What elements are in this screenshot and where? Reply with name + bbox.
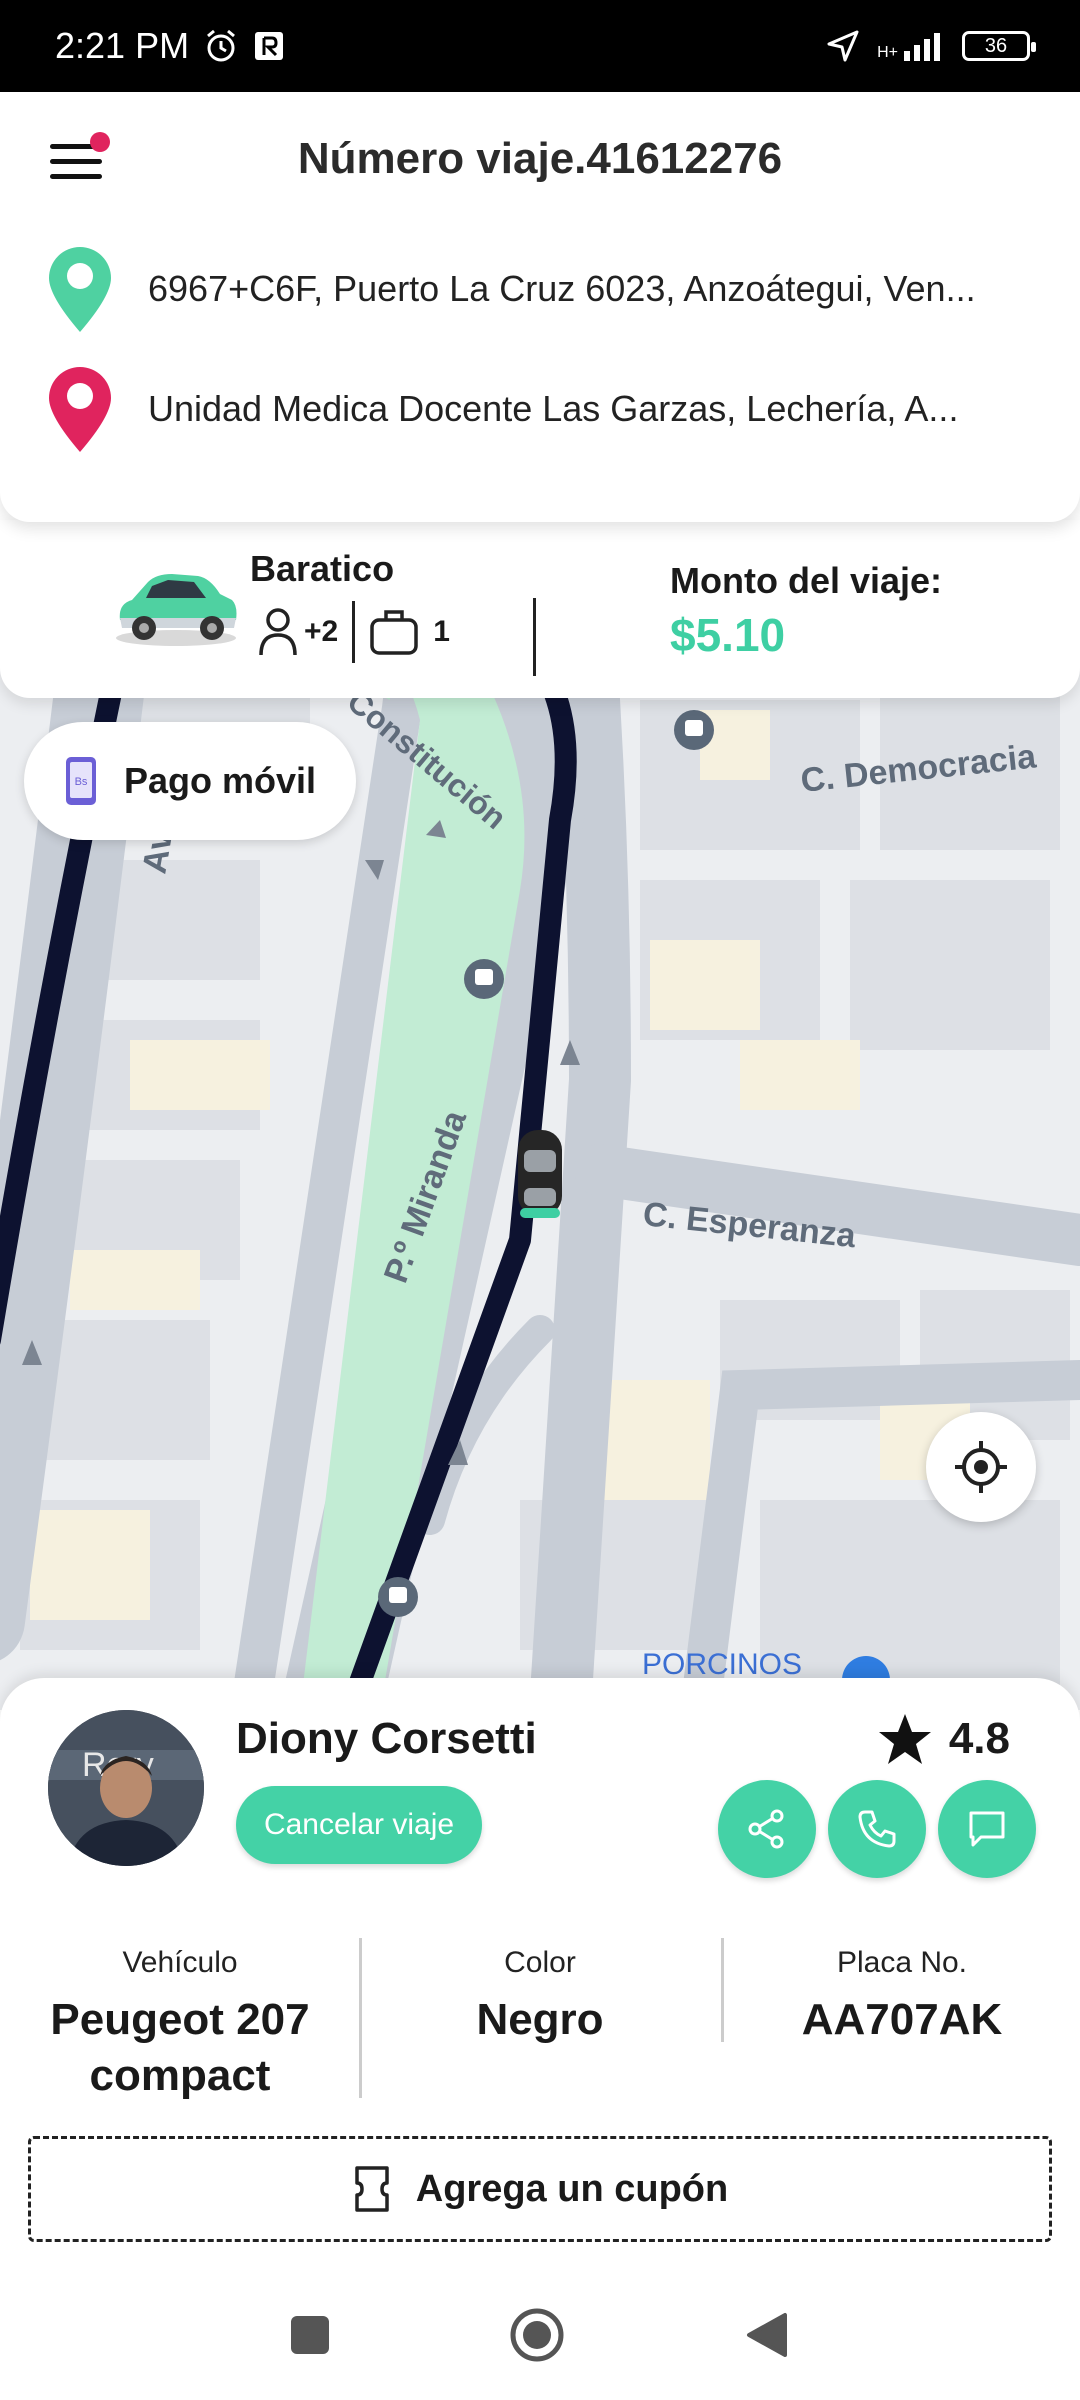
- coupon-label: Agrega un cupón: [415, 2167, 729, 2210]
- map-view[interactable]: Constitución C. Democracia P.º Miranda C…: [0, 520, 1080, 1710]
- fare-card: Baratico +2 1 Monto del viaje: $5.10: [0, 520, 1080, 698]
- origin-row[interactable]: 6967+C6F, Puerto La Cruz 6023, Anzoátegu…: [40, 244, 1040, 334]
- luggage-icon: [370, 610, 418, 655]
- person-icon: [259, 608, 297, 656]
- mobile-payment-icon-text: Bs: [75, 776, 88, 788]
- chat-button[interactable]: [938, 1780, 1036, 1878]
- battery-level: 36: [984, 34, 1008, 57]
- destination-row[interactable]: Unidad Medica Docente Las Garzas, Lecher…: [40, 364, 1040, 454]
- vehicle-label: Vehículo: [122, 1946, 238, 1979]
- service-name: Baratico: [250, 548, 395, 589]
- trip-header-card: Número viaje.41612276 6967+C6F, Puerto L…: [0, 92, 1080, 522]
- locate-me-button[interactable]: [926, 1412, 1036, 1522]
- signal-icon: [904, 33, 940, 61]
- luggage-count: 1: [433, 615, 450, 648]
- destination-address: Unidad Medica Docente Las Garzas, Lecher…: [148, 388, 959, 429]
- vehicle-model: Peugeot 207 compact: [50, 1995, 310, 2100]
- plate-number: AA707AK: [801, 1995, 1003, 2044]
- color-label: Color: [504, 1946, 576, 1979]
- system-nav-bar: [0, 2270, 1080, 2400]
- network-type: H+: [877, 44, 898, 61]
- recent-apps-button[interactable]: [291, 2316, 329, 2354]
- battery-indicator: 36: [962, 31, 1036, 61]
- locate-icon: [955, 1441, 1007, 1493]
- coupon-icon: [355, 2166, 389, 2212]
- status-bar: 2:21 PM H+ 36: [0, 0, 1080, 92]
- passenger-count: +2: [304, 615, 339, 648]
- call-button[interactable]: [828, 1780, 926, 1878]
- rating-value: 4.8: [948, 1714, 1010, 1763]
- back-button[interactable]: [745, 2311, 789, 2359]
- vehicle-info: Vehículo Peugeot 207 compact Color Negro…: [0, 1938, 1080, 2106]
- share-button[interactable]: [718, 1780, 816, 1878]
- cancel-trip-button[interactable]: Cancelar viaje: [236, 1786, 482, 1864]
- color-column: Color Negro: [360, 1946, 720, 2048]
- poi-label-porcinos: PORCINOS: [642, 1648, 802, 1681]
- status-time: 2:21 PM: [55, 25, 190, 66]
- driver-car-marker: [518, 1130, 562, 1218]
- capacity-info: +2 1: [258, 601, 450, 663]
- share-icon: [748, 1809, 784, 1849]
- mobile-payment-icon: Bs: [66, 757, 96, 805]
- driver-rating: 4.8: [877, 1712, 1010, 1766]
- payment-method-label: Pago móvil: [124, 760, 317, 801]
- location-arrow-icon: [827, 30, 859, 62]
- driver-name: Diony Corsetti: [236, 1714, 537, 1763]
- vehicle-column: Vehículo Peugeot 207 compact: [0, 1946, 360, 2104]
- origin-address: 6967+C6F, Puerto La Cruz 6023, Anzoátegu…: [148, 268, 976, 309]
- vehicle-color: Negro: [476, 1995, 604, 2044]
- origin-pin-icon: [49, 247, 111, 332]
- destination-pin-icon: [49, 367, 111, 452]
- star-icon: [878, 1714, 931, 1764]
- chat-icon: [969, 1811, 1005, 1847]
- fare-amount: $5.10: [670, 609, 786, 661]
- plate-label: Placa No.: [836, 1946, 968, 1979]
- car-icon: [116, 574, 237, 646]
- app-notification-icon: [255, 32, 284, 60]
- payment-method-chip[interactable]: Bs Pago móvil: [24, 722, 356, 840]
- driver-avatar: Rery: [48, 1710, 204, 1866]
- fare-label: Monto del viaje:: [670, 560, 943, 601]
- alarm-icon: [207, 29, 236, 62]
- plate-column: Placa No. AA707AK: [722, 1946, 1080, 2048]
- trip-number-title: Número viaje.41612276: [297, 134, 783, 183]
- add-coupon-button[interactable]: Agrega un cupón: [28, 2136, 1052, 2242]
- home-button[interactable]: [509, 2307, 565, 2363]
- phone-icon: [858, 1810, 896, 1848]
